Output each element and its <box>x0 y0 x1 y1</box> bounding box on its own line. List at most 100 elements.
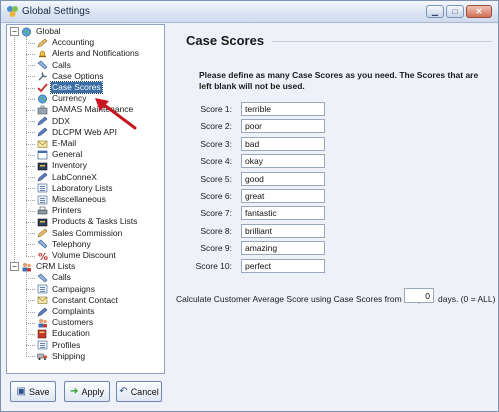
tree-item-label: Calls <box>52 272 71 283</box>
days-input[interactable] <box>404 288 434 303</box>
global-settings-window: Global Settings ▁ □ ✕ − Global Accounting A… <box>0 0 499 412</box>
save-button[interactable]: ▣ Save <box>10 381 56 402</box>
undo-icon: ↶ <box>119 386 128 397</box>
tree-item-label: Complaints <box>52 306 95 316</box>
tree-item-case-scores[interactable]: Case Scores <box>37 81 103 94</box>
score-input-4[interactable] <box>241 154 325 169</box>
score-input-7[interactable] <box>241 206 325 221</box>
tree-item-crm-customers[interactable]: Customers <box>37 317 94 328</box>
apply-button[interactable]: ➔ Apply <box>64 381 110 402</box>
tree-item-labconnex[interactable]: LabConneX <box>37 172 98 183</box>
tree-item-crm-lists[interactable]: CRM Lists <box>21 261 76 272</box>
list-icon <box>37 183 48 193</box>
tree-connector-line <box>26 233 35 235</box>
tree-connector-line <box>26 109 35 111</box>
crm-lists-expander[interactable]: − <box>10 262 19 272</box>
tree-item-label: Printers <box>52 205 82 216</box>
tree-item-crm-shipping[interactable]: Shipping <box>37 351 86 362</box>
tree-item-crm-profiles[interactable]: Profiles <box>37 340 81 351</box>
bottom-button-bar: ▣ Save ➔ Apply ↶ Cancel <box>6 377 165 407</box>
annotation-arrow <box>95 98 137 130</box>
tree-item-crm-calls[interactable]: Calls <box>37 272 72 283</box>
tree-item-calls[interactable]: Calls <box>37 60 72 71</box>
score-input-1[interactable] <box>241 102 325 116</box>
minimize-icon: ▁ <box>431 6 439 16</box>
tree-connector-line <box>26 188 35 190</box>
pencil-icon <box>37 228 48 238</box>
tree-item-alerts-and-notifications[interactable]: Alerts and Notifications <box>37 48 140 59</box>
tree-connector-line <box>26 87 35 89</box>
tree-item-crm-campaigns[interactable]: Campaigns <box>37 284 96 295</box>
tree-connector-line <box>26 177 35 179</box>
tree-item-label: Inventory <box>52 160 87 171</box>
tree-item-printers[interactable]: Printers <box>37 205 82 216</box>
tree-item-label: Calls <box>52 59 71 70</box>
cancel-label: Cancel <box>130 386 159 397</box>
score-label: Score 2: <box>200 121 232 132</box>
tree-item-label: Case Scores <box>50 81 103 94</box>
tree-connector-line <box>26 356 35 358</box>
cancel-button[interactable]: ↶ Cancel <box>116 381 162 402</box>
tree-item-crm-complaints[interactable]: Complaints <box>37 306 96 317</box>
list-icon <box>37 195 48 205</box>
wrench-icon <box>37 71 48 81</box>
tools-icon <box>37 105 48 115</box>
tree-connector-line <box>26 65 35 67</box>
tree-item-label: Telephony <box>52 238 91 249</box>
page-title: Case Scores <box>186 33 265 48</box>
pen-icon <box>37 307 48 317</box>
tree-item-sales-commission[interactable]: Sales Commission <box>37 228 123 239</box>
score-input-8[interactable] <box>241 223 325 238</box>
score-input-10[interactable] <box>241 258 325 273</box>
list-icon <box>37 340 48 350</box>
apply-label: Apply <box>81 386 104 397</box>
tree-connector-line <box>26 199 35 201</box>
printer-icon <box>37 206 48 216</box>
tree-connector-line <box>26 272 27 357</box>
tree-item-miscellaneous[interactable]: Miscellaneous <box>37 194 107 205</box>
list-icon <box>37 284 48 294</box>
minimize-button[interactable]: ▁ <box>426 5 444 18</box>
pen-icon <box>37 172 48 182</box>
tree-connector-line <box>26 300 35 302</box>
tree-item-crm-education[interactable]: Education <box>37 328 91 339</box>
window-controls: ▁ □ ✕ <box>424 5 492 18</box>
score-input-2[interactable] <box>241 119 325 134</box>
score-label: Score 9: <box>200 243 232 254</box>
score-input-9[interactable] <box>241 241 325 256</box>
global-expander[interactable]: − <box>10 27 19 36</box>
tree-item-label: Products & Tasks Lists <box>52 216 138 227</box>
title-divider <box>272 41 492 42</box>
tree-connector-line <box>26 76 35 78</box>
tree-connector-line <box>26 37 27 256</box>
globe-icon <box>37 94 48 104</box>
score-input-6[interactable] <box>241 189 325 203</box>
tree-item-accounting[interactable]: Accounting <box>37 37 95 48</box>
tree-item-currency[interactable]: Currency <box>37 93 87 104</box>
tree-item-volume-discount[interactable]: % Volume Discount <box>37 250 117 263</box>
title-bar: Global Settings ▁ □ ✕ <box>1 1 498 23</box>
tree-item-case-options[interactable]: Case Options <box>37 71 105 82</box>
maximize-button[interactable]: □ <box>446 5 464 18</box>
tree-item-products-tasks-lists[interactable]: Products & Tasks Lists <box>37 216 138 227</box>
phone-icon <box>37 239 48 249</box>
tree-connector-line <box>26 165 35 167</box>
tree-item-inventory[interactable]: Inventory <box>37 160 88 171</box>
tree-item-e-mail[interactable]: E-Mail <box>37 138 77 149</box>
envelope-icon <box>37 295 48 305</box>
tree-item-general[interactable]: General <box>37 149 83 160</box>
tree-item-label: Alerts and Notifications <box>52 48 139 59</box>
people-icon <box>37 318 48 328</box>
tree-item-global[interactable]: Global <box>21 26 62 37</box>
app-icon <box>7 6 18 17</box>
score-input-5[interactable] <box>241 171 325 186</box>
tree-item-ddx[interactable]: DDX <box>37 116 71 127</box>
tree-item-crm-constant-contact[interactable]: Constant Contact <box>37 295 119 306</box>
tree-item-label: Profiles <box>52 339 81 350</box>
close-button[interactable]: ✕ <box>466 5 492 18</box>
tree-connector-line <box>26 132 35 134</box>
tree-item-laboratory-lists[interactable]: Laboratory Lists <box>37 183 113 194</box>
score-input-3[interactable] <box>241 136 325 151</box>
settings-tree[interactable]: − Global Accounting Alerts and Notification… <box>6 24 165 374</box>
tree-item-telephony[interactable]: Telephony <box>37 239 92 250</box>
